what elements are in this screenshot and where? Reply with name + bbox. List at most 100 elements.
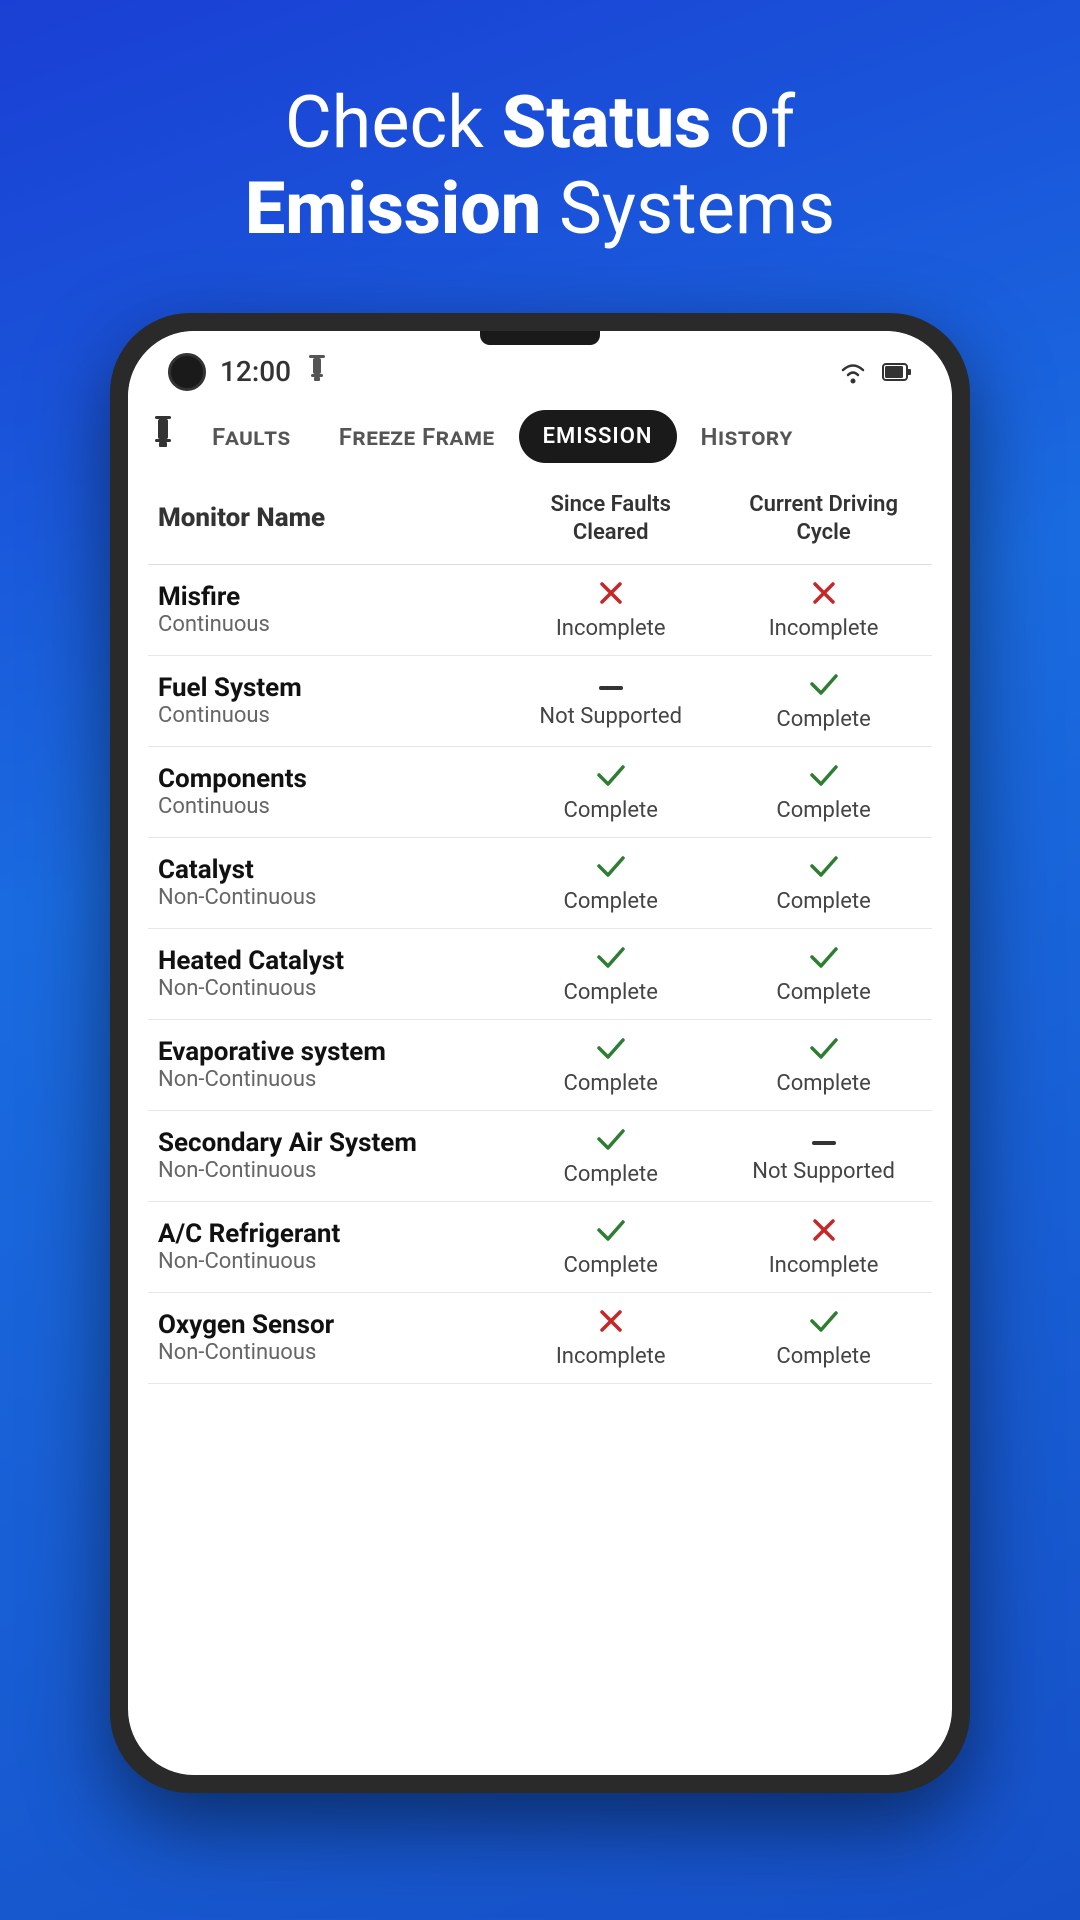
table-row: Fuel SystemContinuous Not Supported Comp…: [148, 655, 932, 746]
current-cycle-cell: Complete: [715, 837, 932, 928]
monitor-name: Catalyst: [158, 855, 496, 885]
since-faults-cell: Not Supported: [506, 655, 715, 746]
status-text: Incomplete: [725, 1253, 922, 1278]
monitor-type: Non-Continuous: [158, 885, 496, 910]
status-text: Complete: [725, 889, 922, 914]
current-cycle-cell: Not Supported: [715, 1110, 932, 1201]
table-row: Oxygen SensorNon-Continuous Incomplete C…: [148, 1292, 932, 1383]
monitor-type: Continuous: [158, 794, 496, 819]
table-row: MisfireContinuous Incomplete Incomplete: [148, 564, 932, 655]
check-icon: [516, 852, 705, 885]
check-icon: [516, 1034, 705, 1067]
since-faults-cell: Complete: [506, 928, 715, 1019]
phone-screen: 12:00: [128, 331, 952, 1775]
table-row: A/C RefrigerantNon-Continuous Complete I…: [148, 1201, 932, 1292]
check-icon: [516, 1125, 705, 1158]
monitor-type: Non-Continuous: [158, 1067, 496, 1092]
since-faults-cell: Complete: [506, 1201, 715, 1292]
nav-tabs: Faults Freeze Frame Emission History: [128, 401, 952, 475]
check-icon: [725, 761, 922, 794]
col-since-faults: Since FaultsCleared: [506, 475, 715, 565]
monitor-name-cell: ComponentsContinuous: [148, 746, 506, 837]
since-faults-cell: Incomplete: [506, 564, 715, 655]
emission-table-container: Monitor Name Since FaultsCleared Current…: [128, 475, 952, 1775]
cross-icon: [725, 1216, 922, 1249]
monitor-name-cell: Evaporative systemNon-Continuous: [148, 1019, 506, 1110]
monitor-name-cell: Secondary Air SystemNon-Continuous: [148, 1110, 506, 1201]
current-cycle-cell: Complete: [715, 928, 932, 1019]
status-text: Incomplete: [725, 616, 922, 641]
monitor-name: A/C Refrigerant: [158, 1219, 496, 1249]
since-faults-cell: Complete: [506, 837, 715, 928]
tab-faults[interactable]: Faults: [188, 409, 315, 465]
since-faults-cell: Complete: [506, 1019, 715, 1110]
monitor-type: Non-Continuous: [158, 1340, 496, 1365]
monitor-name: Evaporative system: [158, 1037, 496, 1067]
monitor-name: Components: [158, 764, 496, 794]
current-cycle-cell: Complete: [715, 1019, 932, 1110]
status-text: Complete: [516, 980, 705, 1005]
status-text: Incomplete: [516, 616, 705, 641]
obd-nav-icon: [148, 416, 178, 457]
status-text: Complete: [516, 1253, 705, 1278]
cross-icon: [725, 579, 922, 612]
dash-icon: [516, 672, 705, 700]
monitor-type: Non-Continuous: [158, 1249, 496, 1274]
check-icon: [516, 761, 705, 794]
battery-icon: [882, 358, 912, 386]
since-faults-cell: Incomplete: [506, 1292, 715, 1383]
monitor-name: Fuel System: [158, 673, 496, 703]
obd-icon: [305, 355, 329, 389]
phone-notch: [480, 331, 600, 345]
status-text: Complete: [725, 1344, 922, 1369]
col-current-cycle: Current DrivingCycle: [715, 475, 932, 565]
monitor-name: Heated Catalyst: [158, 946, 496, 976]
check-icon: [516, 1216, 705, 1249]
emission-table: Monitor Name Since FaultsCleared Current…: [148, 475, 932, 1384]
monitor-type: Non-Continuous: [158, 976, 496, 1001]
cross-icon: [516, 579, 705, 612]
current-cycle-cell: Incomplete: [715, 564, 932, 655]
monitor-name-cell: CatalystNon-Continuous: [148, 837, 506, 928]
cross-icon: [516, 1307, 705, 1340]
status-text: Incomplete: [516, 1344, 705, 1369]
status-text: Complete: [725, 798, 922, 823]
table-row: Secondary Air SystemNon-Continuous Compl…: [148, 1110, 932, 1201]
table-row: Heated CatalystNon-Continuous Complete C…: [148, 928, 932, 1019]
hero-line1: Check Status ofEmission Systems: [245, 80, 835, 251]
camera-icon: [168, 353, 206, 391]
phone-frame: 12:00: [110, 313, 970, 1793]
wifi-icon: [836, 358, 870, 386]
tab-emission[interactable]: Emission: [519, 410, 677, 463]
check-icon: [725, 1034, 922, 1067]
check-icon: [516, 943, 705, 976]
table-row: CatalystNon-Continuous Complete Complete: [148, 837, 932, 928]
status-text: Complete: [725, 707, 922, 732]
monitor-name-cell: MisfireContinuous: [148, 564, 506, 655]
hero-title: Check Status ofEmission Systems: [185, 80, 895, 253]
tab-freeze-frame[interactable]: Freeze Frame: [315, 409, 519, 465]
since-faults-cell: Complete: [506, 1110, 715, 1201]
status-text: Complete: [516, 798, 705, 823]
dash-icon: [725, 1127, 922, 1155]
status-text: Complete: [516, 889, 705, 914]
since-faults-cell: Complete: [506, 746, 715, 837]
check-icon: [725, 943, 922, 976]
status-text: Complete: [516, 1162, 705, 1187]
monitor-name-cell: Heated CatalystNon-Continuous: [148, 928, 506, 1019]
monitor-name-cell: Fuel SystemContinuous: [148, 655, 506, 746]
monitor-name: Secondary Air System: [158, 1128, 496, 1158]
status-text: Not Supported: [516, 704, 705, 729]
table-row: ComponentsContinuous Complete Complete: [148, 746, 932, 837]
monitor-name: Oxygen Sensor: [158, 1310, 496, 1340]
current-cycle-cell: Complete: [715, 655, 932, 746]
check-icon: [725, 852, 922, 885]
current-cycle-cell: Incomplete: [715, 1201, 932, 1292]
status-text: Complete: [516, 1071, 705, 1096]
tab-history[interactable]: History: [677, 409, 817, 465]
table-row: Evaporative systemNon-Continuous Complet…: [148, 1019, 932, 1110]
monitor-name-cell: A/C RefrigerantNon-Continuous: [148, 1201, 506, 1292]
status-time: 12:00: [220, 355, 291, 388]
monitor-type: Continuous: [158, 612, 496, 637]
check-icon: [725, 1307, 922, 1340]
